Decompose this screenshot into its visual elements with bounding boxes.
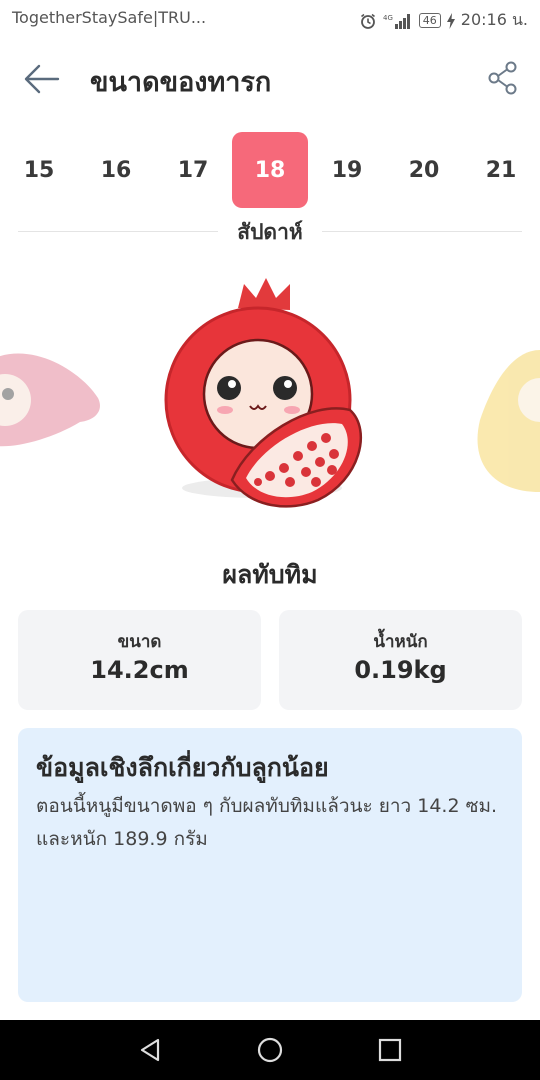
week-item[interactable]: 16 [78,132,154,208]
system-nav-bar [0,1020,540,1080]
pomegranate-image [164,278,363,508]
notification-text: TogetherStaySafe|TRU... [12,8,207,27]
battery-icon: 46 [418,13,441,28]
app-bar: ขนาดของทารก [0,48,540,112]
insight-card: ข้อมูลเชิงลึกเกี่ยวกับลูกน้อย ตอนนี้หนูม… [18,728,522,1002]
week-item[interactable]: 19 [309,132,385,208]
weight-value: 0.19kg [354,656,447,684]
week-label: สัปดาห์ [237,220,303,244]
week-item-selected[interactable]: 18 [232,132,308,208]
size-card: ขนาด 14.2cm [18,610,261,710]
status-bar: TogetherStaySafe|TRU... 4G 46 20:16 น. [0,0,540,36]
charging-icon [446,12,455,29]
page-title: ขนาดของทารก [90,67,272,98]
fruit-name: ผลทับทิม [222,560,318,589]
weight-card: น้ำหนัก 0.19kg [279,610,522,710]
fruit-illustration [0,278,540,508]
insight-title: ข้อมูลเชิงลึกเกี่ยวกับลูกน้อย [36,753,329,782]
week-item[interactable]: 21 [463,132,539,208]
weight-label: น้ำหนัก [373,632,428,652]
week-item[interactable]: 20 [386,132,462,208]
fruit-carousel[interactable] [0,270,540,530]
status-icons: 4G 46 20:16 น. [359,8,528,33]
alarm-icon [360,13,375,29]
previous-fruit-image [0,353,100,447]
signal-icon: 4G [383,13,410,29]
circle-home-icon[interactable] [255,1035,285,1065]
week-item[interactable]: 17 [155,132,231,208]
clock: 20:16 น. [460,10,528,29]
size-label: ขนาด [117,632,162,652]
week-selector: 15 16 17 18 19 20 21 [0,132,540,208]
svg-text:4G: 4G [383,14,393,22]
square-recents-icon[interactable] [375,1035,405,1065]
insight-text: ตอนนี้หนูมีขนาดพอ ๆ กับผลทับทิมแล้วนะ ยา… [36,795,498,850]
next-fruit-image [477,350,540,492]
week-label-row: สัปดาห์ [18,212,522,252]
arrow-left-icon[interactable] [22,62,62,96]
share-icon[interactable] [486,60,520,96]
triangle-back-icon[interactable] [136,1035,166,1065]
size-value: 14.2cm [90,656,189,684]
week-item[interactable]: 15 [1,132,77,208]
